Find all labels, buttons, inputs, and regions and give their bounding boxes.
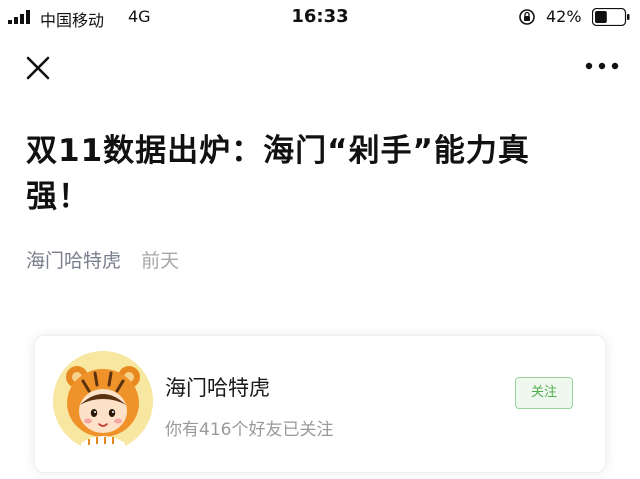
account-name: 海门哈特虎 xyxy=(165,376,270,400)
tiger-mascot-avatar-icon xyxy=(53,351,153,451)
article-date: 前天 xyxy=(141,250,180,272)
battery-icon xyxy=(592,8,630,26)
mutual-followers-text: 你有416个好友已关注 xyxy=(165,420,334,440)
status-bar: 中国移动 4G 16:33 42% xyxy=(0,0,640,36)
article-author-link[interactable]: 海门哈特虎 xyxy=(26,250,121,272)
battery-percentage: 42% xyxy=(546,7,582,26)
more-options-icon[interactable] xyxy=(578,52,626,80)
follow-button[interactable]: 关注 xyxy=(515,377,573,409)
account-card[interactable]: 海门哈特虎 你有416个好友已关注 关注 xyxy=(34,335,606,473)
status-time: 16:33 xyxy=(291,6,349,27)
rotation-lock-icon xyxy=(519,9,535,25)
close-icon[interactable] xyxy=(20,50,56,86)
article-meta: 海门哈特虎 前天 xyxy=(26,246,179,273)
article-title: 双11数据出炉：海门“剁手”能力真强！ xyxy=(26,133,530,215)
